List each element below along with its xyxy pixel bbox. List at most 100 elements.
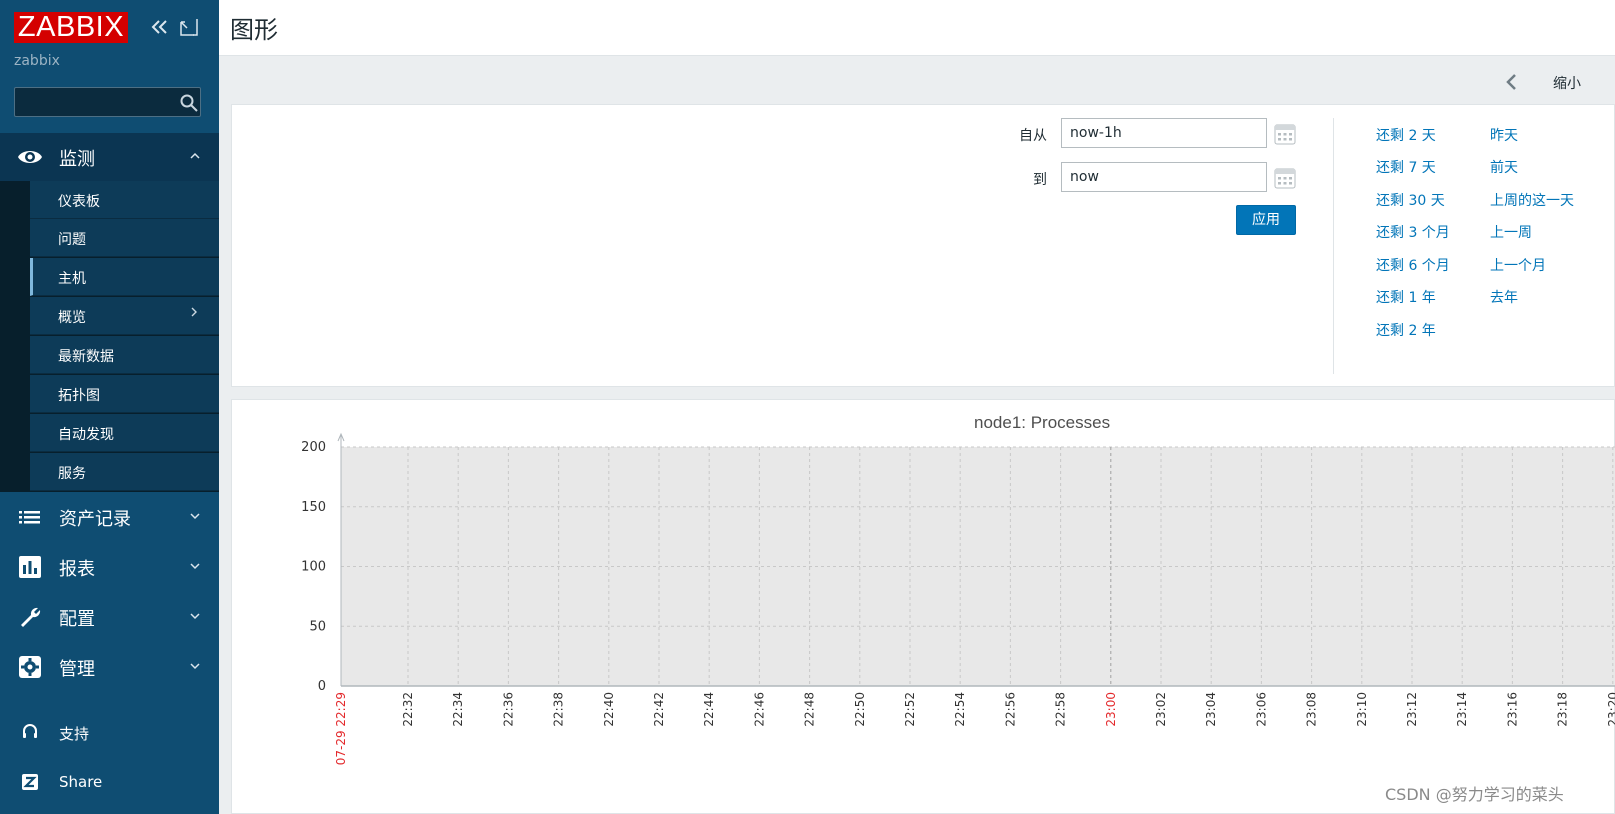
- y-tick-label: 0: [318, 679, 326, 694]
- bar-chart-icon: [17, 555, 43, 579]
- quick-range-link[interactable]: 还剩 30 天: [1376, 190, 1445, 210]
- quick-range-link[interactable]: 昨天: [1490, 125, 1518, 145]
- menu-section-monitoring[interactable]: 监测: [0, 133, 219, 181]
- menu-header-administration[interactable]: 管理: [0, 643, 219, 691]
- x-tick-label: 22:42: [652, 692, 666, 727]
- quick-range-link[interactable]: 前天: [1490, 157, 1518, 177]
- zoom-out-button[interactable]: 缩小: [1553, 73, 1581, 93]
- quick-range-link[interactable]: 还剩 2 天: [1376, 125, 1436, 145]
- quick-range-link[interactable]: 去年: [1490, 287, 1518, 307]
- chevron-left-icon[interactable]: [1504, 70, 1520, 94]
- x-tick-label: 22:34: [451, 692, 465, 727]
- x-tick-label: 23:18: [1556, 692, 1570, 727]
- menu-label: 管理: [59, 659, 95, 680]
- submenu-item-label: 最新数据: [58, 349, 114, 365]
- search-icon[interactable]: [180, 94, 198, 112]
- share-z-icon: [20, 772, 40, 792]
- y-tick-label: 50: [309, 619, 326, 634]
- share-label: Share: [59, 773, 103, 791]
- x-tick-label: 23:04: [1204, 692, 1218, 727]
- menu-label: 监测: [59, 149, 95, 170]
- x-tick-label: 23:12: [1405, 692, 1419, 727]
- chevron-up-icon: [190, 149, 200, 163]
- to-label: 到: [1033, 172, 1047, 188]
- quick-range-link[interactable]: 上一个月: [1490, 255, 1546, 275]
- menu-header-monitoring[interactable]: 监测: [0, 133, 219, 181]
- server-name: zabbix: [14, 53, 60, 69]
- x-tick-label: 22:52: [903, 692, 917, 727]
- chevron-down-icon: [190, 659, 200, 673]
- x-tick-label: 22:48: [803, 692, 817, 727]
- menu-header-configuration[interactable]: 配置: [0, 593, 219, 641]
- x-tick-label: 22:50: [853, 692, 867, 727]
- sidebar: ZABBIX zabbix 监测 仪表板 问题 主机 概览 最新数据 拓扑图 自…: [0, 0, 219, 814]
- quick-range-link[interactable]: 还剩 2 年: [1376, 320, 1436, 340]
- x-tick-label: 23:20: [1606, 692, 1615, 727]
- share-link[interactable]: Share: [0, 762, 219, 802]
- x-tick-label: 22:32: [401, 692, 415, 727]
- page-title: 图形: [230, 17, 278, 44]
- watermark: CSDN @努力学习的菜头: [1385, 785, 1564, 804]
- support-label: 支持: [59, 725, 90, 743]
- x-tick-label: 22:36: [501, 692, 515, 727]
- processes-chart[interactable]: 200 150 100 50 0 07-29 22:29 22:32 22:34 22:36 22…: [231, 399, 1615, 814]
- to-input[interactable]: [1061, 162, 1267, 192]
- quick-range-link[interactable]: 还剩 1 年: [1376, 287, 1436, 307]
- quick-range-link[interactable]: 上一周: [1490, 222, 1532, 242]
- x-tick-label: 07-29 22:29: [334, 692, 348, 765]
- quick-range-link[interactable]: 还剩 3 个月: [1376, 222, 1450, 242]
- chevron-down-icon: [190, 509, 200, 523]
- zabbix-logo[interactable]: ZABBIX: [14, 12, 128, 43]
- submenu-item-label: 仪表板: [58, 194, 100, 210]
- submenu-item-label: 主机: [58, 271, 86, 287]
- from-label: 自从: [1019, 128, 1047, 144]
- x-tick-label: 22:46: [752, 692, 766, 727]
- headset-icon: [20, 722, 40, 742]
- eye-icon: [17, 145, 43, 169]
- x-tick-label: 23:10: [1355, 692, 1369, 727]
- kiosk-mode-icon[interactable]: [178, 14, 200, 40]
- support-link[interactable]: 支持: [0, 712, 219, 752]
- calendar-icon[interactable]: [1274, 167, 1296, 189]
- gear-icon: [17, 655, 43, 679]
- submenu-item-discovery[interactable]: 自动发现: [30, 414, 219, 452]
- menu-header-reports[interactable]: 报表: [0, 543, 219, 591]
- submenu-item-label: 问题: [58, 232, 86, 248]
- sidebar-search-input[interactable]: [14, 87, 201, 117]
- submenu-item-latest-data[interactable]: 最新数据: [30, 336, 219, 374]
- calendar-icon[interactable]: [1274, 123, 1296, 145]
- submenu-item-maps[interactable]: 拓扑图: [30, 375, 219, 413]
- quick-range-link[interactable]: 上周的这一天: [1490, 190, 1574, 210]
- y-tick-label: 100: [301, 560, 326, 575]
- x-tick-label: 23:14: [1455, 692, 1469, 727]
- submenu-item-overview[interactable]: 概览: [30, 297, 219, 335]
- quick-range-link[interactable]: 还剩 7 天: [1376, 157, 1436, 177]
- submenu-item-hosts[interactable]: 主机: [30, 258, 219, 296]
- from-input[interactable]: [1061, 118, 1267, 148]
- time-filter-panel: [231, 104, 1615, 387]
- submenu-item-label: 拓扑图: [58, 388, 100, 404]
- quick-range-link[interactable]: 还剩 6 个月: [1376, 255, 1450, 275]
- submenu-item-label: 自动发现: [58, 427, 114, 443]
- wrench-icon: [17, 605, 43, 629]
- submenu-item-services[interactable]: 服务: [30, 453, 219, 491]
- x-tick-label: 22:44: [702, 692, 716, 727]
- x-tick-label: 22:54: [953, 692, 967, 727]
- page-header: 图形: [219, 0, 1615, 56]
- menu-label: 配置: [59, 609, 95, 630]
- menu-header-inventory[interactable]: 资产记录: [0, 493, 219, 541]
- x-tick-label: 22:38: [552, 692, 566, 727]
- apply-button[interactable]: 应用: [1236, 205, 1296, 235]
- x-tick-label: 23:00: [1104, 692, 1118, 727]
- collapse-sidebar-icon[interactable]: [148, 14, 170, 40]
- x-tick-label: 23:06: [1254, 692, 1268, 727]
- monitoring-submenu: 仪表板 问题 主机 概览 最新数据 拓扑图 自动发现 服务: [0, 181, 219, 492]
- chevron-right-icon: [190, 305, 198, 323]
- submenu-item-dashboard[interactable]: 仪表板: [30, 181, 219, 219]
- submenu-item-problems[interactable]: 问题: [30, 219, 219, 257]
- menu-label: 报表: [59, 559, 95, 580]
- x-tick-label: 22:58: [1054, 692, 1068, 727]
- chevron-down-icon: [190, 609, 200, 623]
- list-icon: [17, 505, 43, 529]
- submenu-item-label: 服务: [58, 466, 86, 482]
